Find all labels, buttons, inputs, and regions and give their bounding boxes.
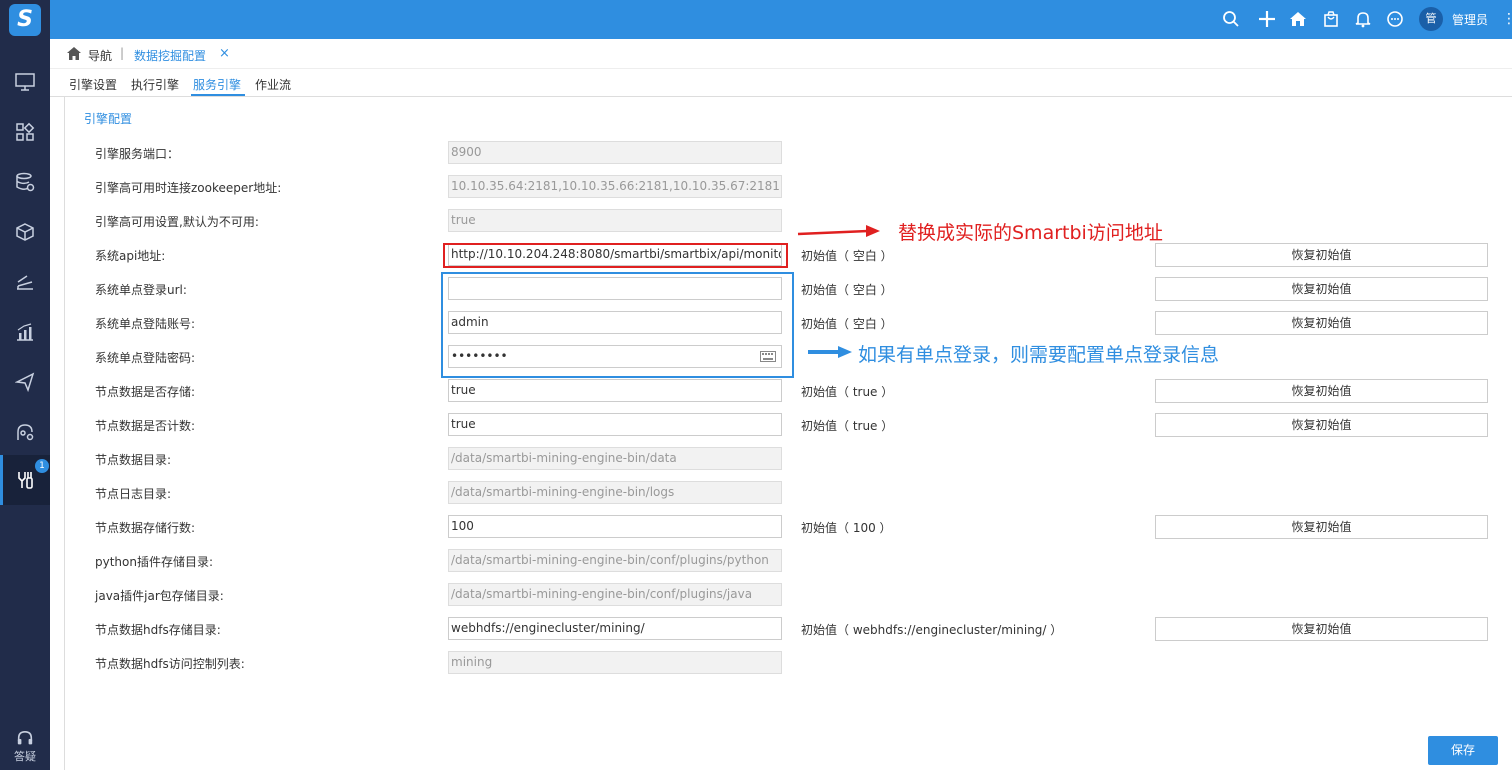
field-label: java插件jar包存储目录: bbox=[95, 589, 224, 603]
logo[interactable]: S bbox=[9, 4, 41, 36]
node-count-input[interactable]: true bbox=[448, 413, 782, 436]
cube-icon bbox=[16, 223, 34, 241]
search-icon[interactable] bbox=[1221, 9, 1241, 29]
layers-icon bbox=[17, 275, 33, 290]
hdfs-acl-input: mining bbox=[448, 651, 782, 674]
field-label: 系统单点登陆账号: bbox=[95, 317, 196, 331]
breadcrumb-tab[interactable]: 数据挖掘配置 bbox=[134, 47, 206, 64]
save-button[interactable]: 保存 bbox=[1428, 736, 1498, 765]
sidebar-item-database[interactable] bbox=[0, 157, 50, 207]
tools-icon bbox=[18, 472, 33, 489]
java-plugin-dir-input: /data/smartbi-mining-engine-bin/conf/plu… bbox=[448, 583, 782, 606]
ha-setting-input: true bbox=[448, 209, 782, 232]
help-label: 答疑 bbox=[14, 750, 36, 763]
initial-value: 初始值（ 空白 ） bbox=[801, 283, 893, 297]
field-label: 系统api地址: bbox=[95, 249, 166, 263]
tab-service-engine[interactable]: 服务引擎 bbox=[193, 76, 241, 93]
field-label: 系统单点登陆密码: bbox=[95, 351, 196, 365]
send-icon bbox=[15, 372, 35, 392]
reset-button[interactable]: 恢复初始值 bbox=[1155, 379, 1488, 403]
reset-button[interactable]: 恢复初始值 bbox=[1155, 515, 1488, 539]
notification-badge: 1 bbox=[35, 459, 49, 473]
reset-button[interactable]: 恢复初始值 bbox=[1155, 413, 1488, 437]
headset-icon bbox=[17, 730, 33, 745]
initial-value: 初始值（ true ） bbox=[801, 385, 894, 399]
chat-icon[interactable] bbox=[1385, 9, 1405, 29]
sidebar-item-cube[interactable] bbox=[0, 207, 50, 257]
sidebar-item-person[interactable] bbox=[0, 407, 50, 457]
sidebar-item-grid[interactable] bbox=[0, 107, 50, 157]
initial-value: 初始值（ 空白 ） bbox=[801, 317, 893, 331]
sidebar-item-send[interactable] bbox=[0, 357, 50, 407]
field-label: 节点数据hdfs访问控制列表: bbox=[95, 657, 245, 671]
python-plugin-dir-input: /data/smartbi-mining-engine-bin/conf/plu… bbox=[448, 549, 782, 572]
menu-icon[interactable]: ⋮ bbox=[1502, 11, 1512, 27]
initial-value: 初始值（ true ） bbox=[801, 419, 894, 433]
field-label: 节点日志目录: bbox=[95, 487, 172, 501]
person-gear-icon bbox=[17, 424, 34, 441]
home-icon[interactable] bbox=[1288, 9, 1308, 29]
avatar[interactable]: 管 bbox=[1419, 7, 1443, 31]
field-label: 节点数据hdfs存储目录: bbox=[95, 623, 221, 637]
reset-button[interactable]: 恢复初始值 bbox=[1155, 311, 1488, 335]
engine-port-input: 8900 bbox=[448, 141, 782, 164]
node-store-input[interactable]: true bbox=[448, 379, 782, 402]
tab-engine-settings[interactable]: 引擎设置 bbox=[69, 76, 117, 93]
user-name[interactable]: 管理员 bbox=[1452, 11, 1488, 28]
top-bar: 管 管理员 ⋮ bbox=[0, 0, 1512, 39]
breadcrumb-nav[interactable]: 导航 bbox=[88, 47, 112, 64]
hdfs-dir-input[interactable]: webhdfs://enginecluster/mining/ bbox=[448, 617, 782, 640]
tab-execution-engine[interactable]: 执行引擎 bbox=[131, 76, 179, 93]
sidebar: S 1 答疑 bbox=[0, 0, 50, 770]
reset-button[interactable]: 恢复初始值 bbox=[1155, 243, 1488, 267]
tab-workflow[interactable]: 作业流 bbox=[255, 76, 291, 93]
field-label: 引擎高可用设置,默认为不可用: bbox=[95, 215, 259, 229]
plus-icon[interactable] bbox=[1257, 9, 1277, 29]
field-label: 系统单点登录url: bbox=[95, 283, 187, 297]
field-label: 节点数据是否计数: bbox=[95, 419, 196, 433]
database-gear-icon bbox=[16, 172, 35, 192]
home-icon[interactable] bbox=[67, 47, 81, 60]
annotation-blue-text: 如果有单点登录，则需要配置单点登录信息 bbox=[858, 344, 1220, 366]
sidebar-item-monitor[interactable] bbox=[0, 57, 50, 107]
close-icon[interactable]: × bbox=[219, 46, 230, 61]
monitor-icon bbox=[15, 73, 35, 91]
annotation-red-box bbox=[443, 243, 788, 268]
field-label: 引擎服务端口： bbox=[95, 147, 180, 161]
node-data-dir-input: /data/smartbi-mining-engine-bin/data bbox=[448, 447, 782, 470]
initial-value: 初始值（ 100 ） bbox=[801, 521, 892, 535]
sidebar-item-layers[interactable] bbox=[0, 257, 50, 307]
section-title: 引擎配置 bbox=[84, 112, 133, 126]
node-log-dir-input: /data/smartbi-mining-engine-bin/logs bbox=[448, 481, 782, 504]
zookeeper-address-input: 10.10.35.64:2181,10.10.35.66:2181,10.10.… bbox=[448, 175, 782, 198]
red-arrow-icon bbox=[797, 225, 880, 237]
sidebar-item-tools[interactable]: 1 bbox=[0, 455, 50, 505]
bag-icon[interactable] bbox=[1321, 9, 1341, 29]
help-button[interactable]: 答疑 bbox=[0, 730, 50, 764]
reset-button[interactable]: 恢复初始值 bbox=[1155, 277, 1488, 301]
reset-button[interactable]: 恢复初始值 bbox=[1155, 617, 1488, 641]
active-tab-indicator bbox=[191, 94, 245, 96]
field-label: 节点数据是否存储: bbox=[95, 385, 196, 399]
grid-icon bbox=[16, 122, 35, 141]
breadcrumb: 导航 | 数据挖掘配置 × bbox=[50, 39, 1512, 69]
breadcrumb-separator: | bbox=[120, 46, 125, 60]
blue-arrow-icon bbox=[808, 346, 852, 358]
annotation-red-text: 替换成实际的Smartbi访问地址 bbox=[898, 222, 1163, 244]
node-rows-input[interactable]: 100 bbox=[448, 515, 782, 538]
field-label: python插件存储目录: bbox=[95, 555, 214, 569]
bar-chart-icon bbox=[17, 323, 33, 341]
initial-value: 初始值（ webhdfs://enginecluster/mining/ ） bbox=[801, 623, 1063, 637]
annotation-blue-box bbox=[441, 272, 794, 378]
bell-icon[interactable] bbox=[1353, 9, 1373, 29]
sidebar-item-chart[interactable] bbox=[0, 307, 50, 357]
field-label: 节点数据存储行数: bbox=[95, 521, 196, 535]
field-label: 节点数据目录: bbox=[95, 453, 172, 467]
initial-value: 初始值（ 空白 ） bbox=[801, 249, 893, 263]
subtabs: 引擎设置 执行引擎 服务引擎 作业流 bbox=[50, 70, 1512, 97]
field-label: 引擎高可用时连接zookeeper地址: bbox=[95, 181, 282, 195]
